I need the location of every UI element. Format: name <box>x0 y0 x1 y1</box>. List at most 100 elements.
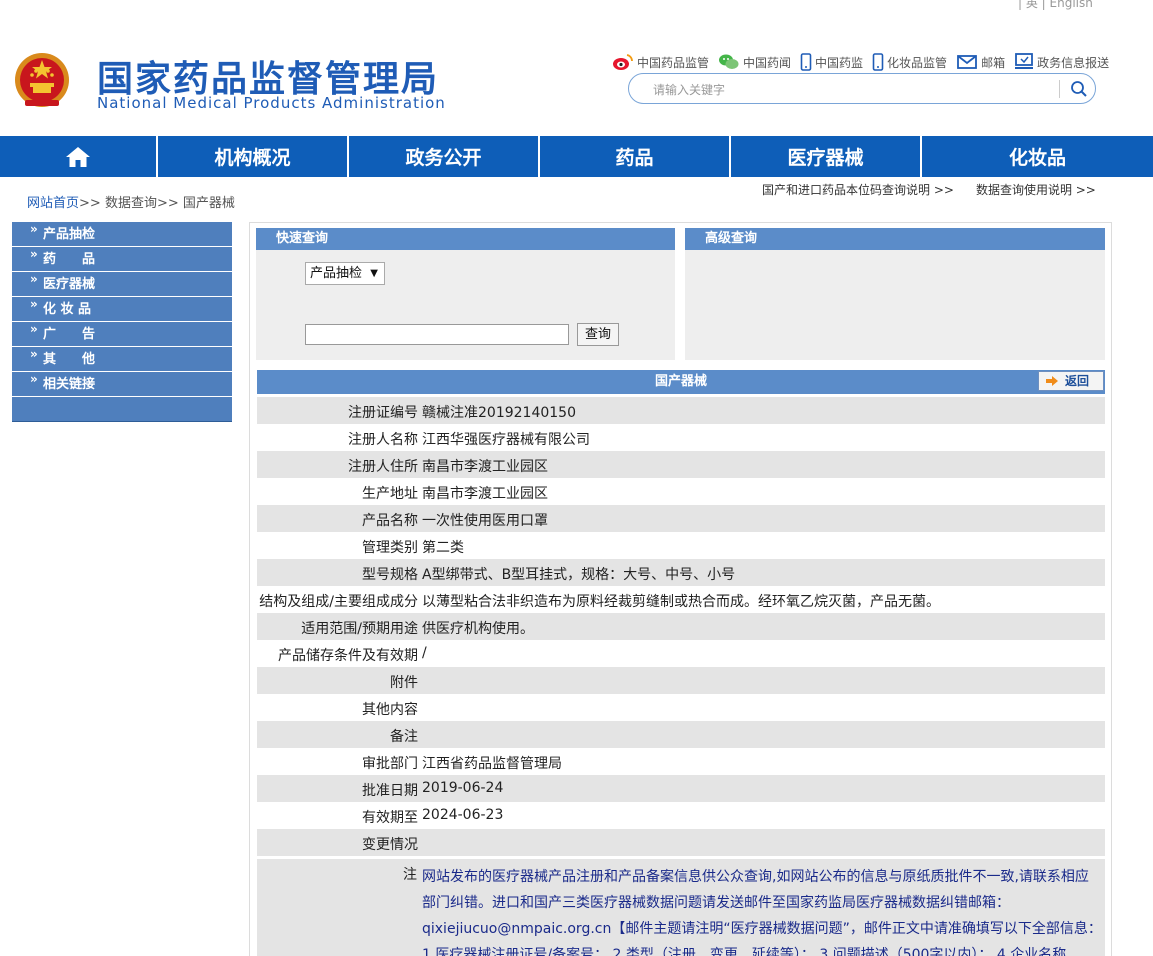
row-key: 其他内容 <box>362 702 418 718</box>
mail-icon <box>957 55 977 69</box>
top-link-label: 政务信息报送 <box>1037 55 1110 70</box>
top-link-mobile-2[interactable]: 化妆品监管 <box>872 53 947 71</box>
home-icon <box>66 146 90 167</box>
row-value: 江西省药品监督管理局 <box>422 756 562 772</box>
arrow-icon: » <box>30 372 38 386</box>
left-menu-item-links[interactable]: » 相关链接 <box>12 372 232 397</box>
top-links: 中国药品监管 中国药闻 中国药监 化妆品监管 邮箱 政务信息报送 <box>612 51 1118 73</box>
table-row: 其他内容 <box>257 694 1105 721</box>
row-value: 江西华强医疗器械有限公司 <box>422 432 590 448</box>
table-row: 产品名称 一次性使用医用口罩 <box>257 505 1105 532</box>
arrow-icon: » <box>30 297 38 311</box>
top-link-label: 中国药闻 <box>743 55 792 70</box>
nav-item-devices[interactable]: 医疗器械 <box>731 136 922 177</box>
table-row: 备注 <box>257 721 1105 748</box>
nav-item-government[interactable]: 政务公开 <box>349 136 540 177</box>
table-row: 注册人住所 南昌市李渡工业园区 <box>257 451 1105 478</box>
notice-key: 注 <box>403 867 417 883</box>
category-select-value: 产品抽检 <box>310 266 363 281</box>
left-menu: » 产品抽检 » 药 品 » 医疗器械 » 化 妆 品 » 广 告 » 其 他 » 相关链接 <box>12 222 232 422</box>
table-row: 变更情况 <box>257 829 1105 856</box>
row-value: 2019-06-24 <box>422 780 504 796</box>
table-row: 审批部门 江西省药品监督管理局 <box>257 748 1105 775</box>
row-key: 适用范围/预期用途 <box>301 621 418 637</box>
link-usage-help[interactable]: 数据查询使用说明 >> <box>976 183 1096 197</box>
arrow-icon: » <box>30 322 38 336</box>
row-value: 供医疗机构使用。 <box>422 621 534 637</box>
page: | 英 | English 国家药品监督管理局 National Medical… <box>0 0 1153 956</box>
main-nav: 机构概况 政务公开 药品 医疗器械 化妆品 <box>0 136 1153 177</box>
top-link-mobile-1[interactable]: 中国药监 <box>800 53 863 71</box>
row-value: 2024-06-23 <box>422 807 504 823</box>
top-link-weibo[interactable]: 中国药品监管 <box>612 53 709 71</box>
advanced-search-header[interactable]: 高级查询 <box>685 228 1105 250</box>
table-row: 管理类别 第二类 <box>257 532 1105 559</box>
top-link-report[interactable]: 政务信息报送 <box>1014 53 1109 71</box>
left-menu-label: 药 品 <box>43 252 96 267</box>
search-icon[interactable] <box>1069 79 1089 99</box>
national-emblem-icon <box>15 53 69 107</box>
left-menu-item-other[interactable]: » 其 他 <box>12 347 232 372</box>
site-title-en: National Medical Products Administration <box>97 94 446 112</box>
row-key: 批准日期 <box>362 783 418 799</box>
mobile-icon <box>800 53 812 71</box>
top-link-mail[interactable]: 邮箱 <box>956 54 1005 71</box>
table-row: 附件 <box>257 667 1105 694</box>
table-row: 注册人名称 江西华强医疗器械有限公司 <box>257 424 1105 451</box>
back-button[interactable]: 返回 <box>1038 371 1104 391</box>
top-link-label: 邮箱 <box>981 55 1006 70</box>
link-code-help[interactable]: 国产和进口药品本位码查询说明 >> <box>762 183 954 197</box>
row-key: 产品名称 <box>362 513 418 529</box>
breadcrumb-sep: >> <box>156 196 179 211</box>
left-menu-label: 化 妆 品 <box>43 302 92 317</box>
nav-item-cosmetics[interactable]: 化妆品 <box>922 136 1153 177</box>
chevron-down-icon: ▼ <box>370 268 378 279</box>
left-menu-item-cosmetics[interactable]: » 化 妆 品 <box>12 297 232 322</box>
breadcrumb-home[interactable]: 网站首页 <box>27 196 79 211</box>
query-button[interactable]: 查询 <box>577 323 619 346</box>
arrow-icon: » <box>30 247 38 261</box>
search-input[interactable]: 请输入关键字 <box>653 81 725 98</box>
table-row: 有效期至 2024-06-23 <box>257 802 1105 829</box>
language-switch[interactable]: | 英 | English <box>1018 0 1093 11</box>
nav-item-drugs[interactable]: 药品 <box>540 136 731 177</box>
search-divider <box>1059 80 1060 98</box>
monitor-icon <box>1015 53 1034 69</box>
back-label: 返回 <box>1065 374 1090 388</box>
left-menu-item-drugs[interactable]: » 药 品 <box>12 247 232 272</box>
top-link-label: 化妆品监管 <box>887 55 948 70</box>
left-menu-item-devices[interactable]: » 医疗器械 <box>12 272 232 297</box>
row-key: 备注 <box>390 729 418 745</box>
row-key: 审批部门 <box>362 756 418 772</box>
arrow-icon: » <box>30 272 38 286</box>
detail-table: 注册证编号 赣械注准20192140150 注册人名称 江西华强医疗器械有限公司 注… <box>257 397 1105 856</box>
left-menu-label: 产品抽检 <box>43 227 96 242</box>
nav-item-overview[interactable]: 机构概况 <box>158 136 349 177</box>
top-link-wechat[interactable]: 中国药闻 <box>718 53 791 71</box>
mobile-icon <box>872 53 884 71</box>
category-select[interactable]: 产品抽检 ▼ <box>305 262 385 285</box>
left-menu-label: 相关链接 <box>43 377 96 392</box>
row-key: 产品储存条件及有效期 <box>278 648 418 664</box>
quick-search-header: 快速查询 <box>256 228 675 250</box>
row-key: 注册人名称 <box>348 432 418 448</box>
keyword-input[interactable] <box>305 324 569 345</box>
left-menu-item-ads[interactable]: » 广 告 <box>12 322 232 347</box>
row-value: 赣械注准20192140150 <box>422 405 576 421</box>
breadcrumb-level2[interactable]: 数据查询 <box>105 196 157 211</box>
row-key: 附件 <box>390 675 418 691</box>
top-link-label: 中国药品监管 <box>637 55 710 70</box>
table-row: 型号规格 A型绑带式、B型耳挂式，规格：大号、中号、小号 <box>257 559 1105 586</box>
row-value: 以薄型粘合法非织造布为原料经裁剪缝制或热合而成。经环氧乙烷灭菌，产品无菌。 <box>422 594 940 610</box>
row-key: 有效期至 <box>362 810 418 826</box>
left-menu-label: 医疗器械 <box>43 277 96 292</box>
row-key: 管理类别 <box>362 540 418 556</box>
site-search: 请输入关键字 <box>628 73 1096 104</box>
table-row: 生产地址 南昌市李渡工业园区 <box>257 478 1105 505</box>
table-row: 产品储存条件及有效期 / <box>257 640 1105 667</box>
arrow-right-icon <box>1046 376 1058 386</box>
row-key: 型号规格 <box>362 567 418 583</box>
left-menu-item-sampling[interactable]: » 产品抽检 <box>12 222 232 247</box>
row-value: / <box>422 645 427 661</box>
nav-home[interactable] <box>0 136 158 177</box>
